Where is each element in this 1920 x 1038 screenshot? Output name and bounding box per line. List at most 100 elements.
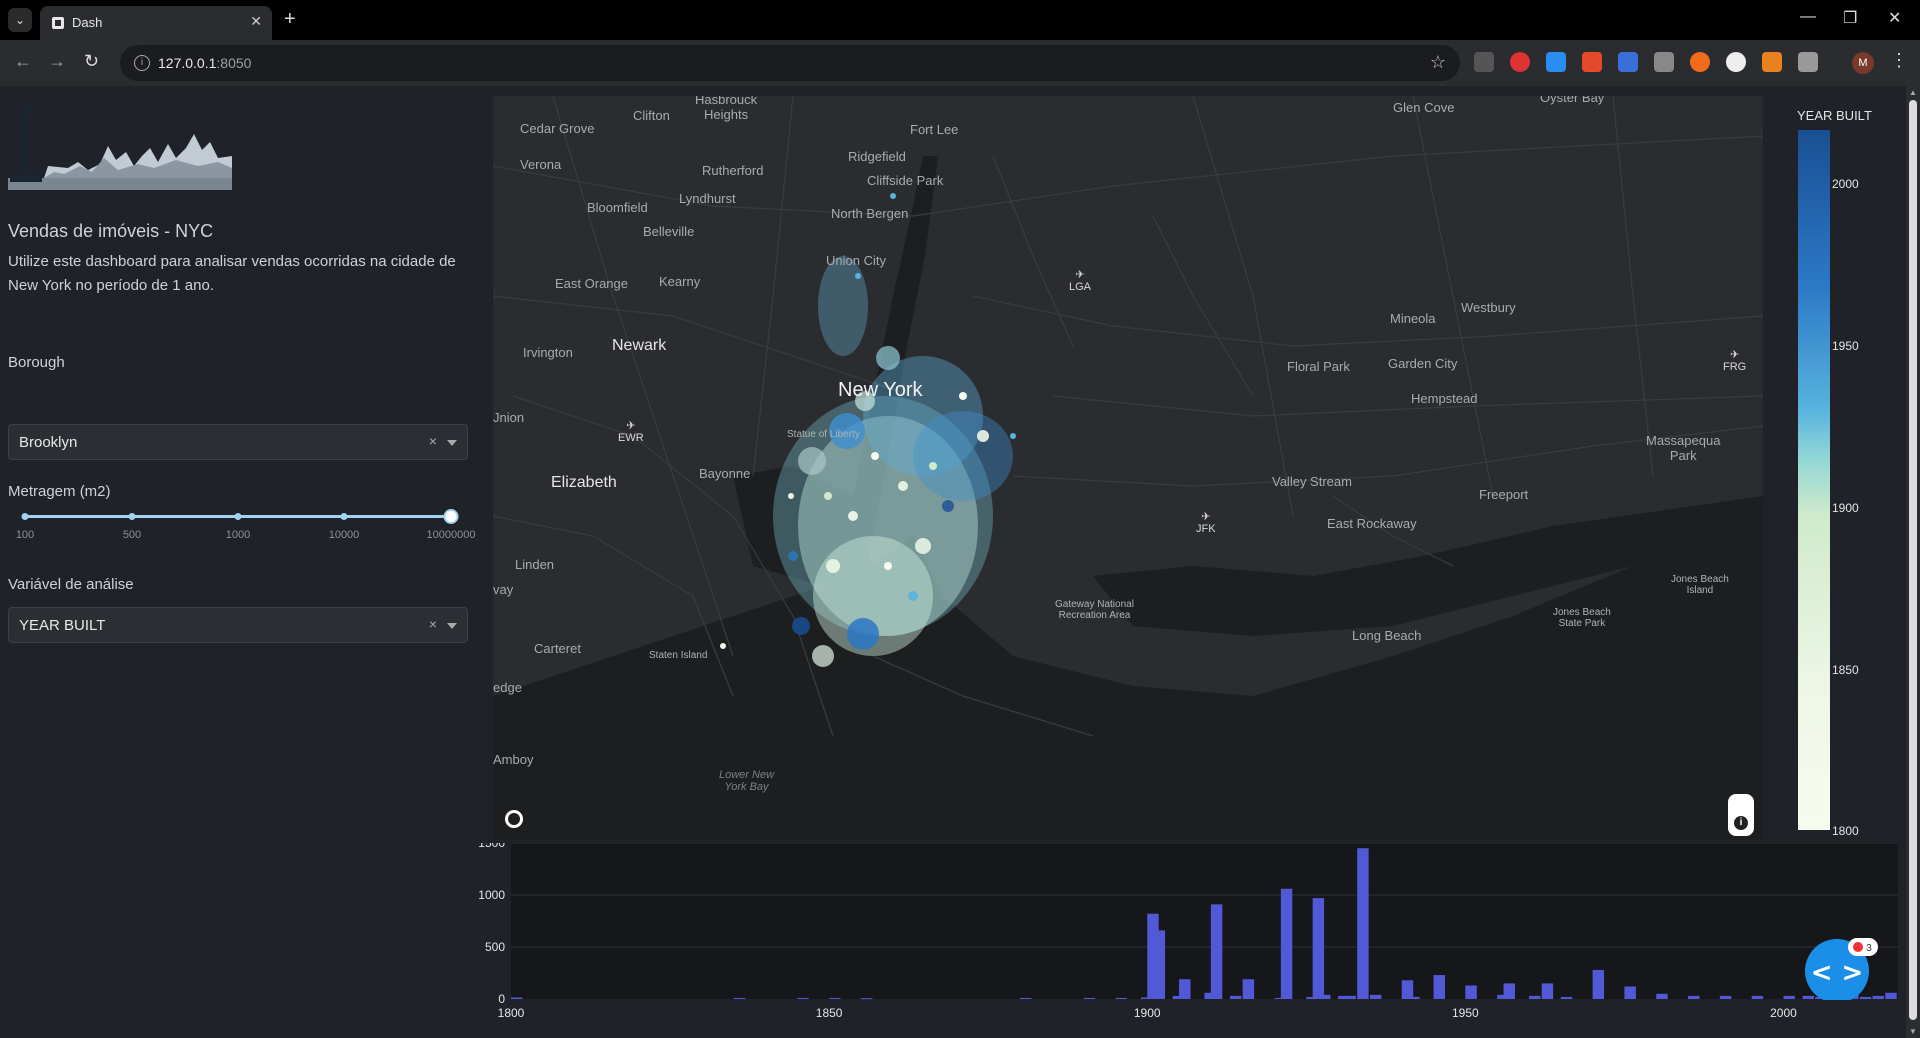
- histogram-bar[interactable]: [1503, 983, 1515, 999]
- histogram-bar[interactable]: [1656, 993, 1668, 999]
- browser-menu-icon[interactable]: ⋮: [1890, 50, 1908, 71]
- histogram-bar[interactable]: [1115, 997, 1127, 999]
- variavel-dropdown[interactable]: YEAR BUILT ×: [8, 607, 468, 643]
- histogram-bar[interactable]: [1592, 969, 1605, 999]
- borough-dropdown[interactable]: Brooklyn ×: [8, 424, 468, 460]
- colorbar: [1798, 130, 1830, 830]
- plot-area: [511, 843, 1898, 999]
- histogram-bar[interactable]: [1408, 996, 1420, 999]
- extension-fire-icon[interactable]: [1690, 52, 1710, 72]
- chevron-down-icon[interactable]: [447, 440, 457, 446]
- extensions-puzzle-icon[interactable]: [1798, 52, 1818, 72]
- histogram-bar[interactable]: [1344, 995, 1356, 999]
- extension-download-icon[interactable]: [1582, 52, 1602, 72]
- histogram-bar[interactable]: [1242, 979, 1255, 999]
- airport-marker: ✈ LGA: [1069, 268, 1091, 293]
- y-tick-label: 1000: [478, 888, 505, 902]
- variavel-label: Variável de análise: [8, 576, 134, 593]
- histogram-bar[interactable]: [1369, 994, 1382, 999]
- map-label: Freeport: [1479, 487, 1529, 502]
- histogram-bar[interactable]: [797, 997, 809, 999]
- map-label: Jones Beach State Park: [1553, 607, 1611, 629]
- colorbar-tick: 2000: [1832, 177, 1859, 191]
- slider-mark-dot[interactable]: [234, 513, 242, 520]
- bookmark-star-icon[interactable]: ☆: [1430, 52, 1446, 73]
- map-label: Cliffside Park: [867, 173, 944, 188]
- slider-mark-dot[interactable]: [21, 513, 29, 520]
- histogram-bar[interactable]: [1624, 986, 1636, 999]
- extension-translate-icon[interactable]: [1618, 52, 1638, 72]
- histogram-bar[interactable]: [829, 997, 841, 999]
- extension-record-icon[interactable]: [1510, 52, 1530, 72]
- scrollbar-thumb[interactable]: [1909, 100, 1917, 1020]
- map-label: Long Beach: [1352, 628, 1422, 643]
- dash-devtools-widget[interactable]: < > 3: [1804, 934, 1884, 1000]
- scroll-down-icon[interactable]: ▼: [1909, 1027, 1917, 1036]
- histogram-bar[interactable]: [1319, 994, 1331, 999]
- new-tab-icon[interactable]: +: [284, 8, 296, 31]
- histogram-bar[interactable]: [511, 997, 523, 999]
- forward-icon[interactable]: →: [48, 51, 66, 72]
- map-label: Linden: [515, 557, 555, 572]
- restore-icon[interactable]: ❐: [1843, 8, 1857, 28]
- histogram-bar[interactable]: [1083, 997, 1096, 999]
- histogram-bar[interactable]: [1783, 995, 1795, 999]
- map-attribution-button[interactable]: i: [1728, 794, 1754, 836]
- histogram-bar[interactable]: [1019, 997, 1032, 999]
- histogram-bar[interactable]: [733, 997, 746, 999]
- histogram-bar[interactable]: [1229, 995, 1242, 999]
- minimize-icon[interactable]: —: [1800, 8, 1816, 26]
- histogram-bar[interactable]: [1688, 995, 1700, 999]
- histogram-bar[interactable]: [860, 998, 873, 1000]
- slider-mark-dot[interactable]: [128, 513, 136, 520]
- extension-cloud-icon[interactable]: [1546, 52, 1566, 72]
- histogram-bar[interactable]: [1465, 985, 1477, 999]
- extension-shield-icon[interactable]: [1654, 52, 1674, 72]
- histogram-bar[interactable]: [1560, 996, 1573, 999]
- borough-clear-icon[interactable]: ×: [429, 433, 437, 449]
- histogram-bar[interactable]: [1153, 930, 1166, 999]
- extension-google-icon[interactable]: [1726, 52, 1746, 72]
- scroll-up-icon[interactable]: ▲: [1909, 88, 1917, 97]
- variavel-clear-icon[interactable]: ×: [429, 616, 437, 632]
- histogram-bar[interactable]: [1719, 995, 1732, 999]
- code-brackets-icon: < >: [1811, 958, 1864, 988]
- histogram-bar[interactable]: [1751, 995, 1764, 999]
- histogram-bar[interactable]: [1312, 898, 1325, 999]
- app-description: Utilize este dashboard para analisar ven…: [8, 253, 456, 294]
- map-base[interactable]: [493, 96, 1763, 840]
- metragem-slider[interactable]: 100 500 1000 10000 10000000: [0, 506, 480, 550]
- extension-fox-icon[interactable]: [1762, 52, 1782, 72]
- address-bar[interactable]: i 127.0.0.1:8050 ☆: [120, 45, 1460, 81]
- map-label: Mineola: [1390, 311, 1436, 326]
- histogram-bar[interactable]: [1179, 979, 1191, 999]
- profile-avatar[interactable]: M: [1852, 52, 1874, 74]
- tab-close-icon[interactable]: ✕: [250, 13, 262, 30]
- histogram-bar[interactable]: [1528, 995, 1541, 999]
- back-icon[interactable]: ←: [14, 51, 32, 72]
- scatter-map[interactable]: Hasbrouck Heights Clifton Cedar Grove Fo…: [493, 96, 1763, 840]
- info-icon[interactable]: i: [1734, 816, 1748, 830]
- tab-search-icon[interactable]: ⌄: [8, 8, 32, 32]
- browser-tab[interactable]: Dash ✕: [40, 6, 272, 40]
- x-tick-label: 2000: [1770, 1006, 1797, 1020]
- x-tick-label: 1800: [498, 1006, 525, 1020]
- extension-chat-icon[interactable]: [1474, 52, 1494, 72]
- histogram-bar[interactable]: [1433, 975, 1445, 999]
- window-close-icon[interactable]: ✕: [1888, 8, 1901, 28]
- histogram-bar[interactable]: [1401, 980, 1414, 999]
- chevron-down-icon[interactable]: [447, 623, 457, 629]
- year-built-histogram[interactable]: 0 500 1000 1500 1800 1850 1900 1950 2000: [473, 843, 1898, 1023]
- histogram-bar[interactable]: [1541, 983, 1554, 999]
- histogram-bar[interactable]: [1210, 904, 1223, 999]
- page-scrollbar[interactable]: ▲ ▼: [1906, 86, 1920, 1038]
- site-info-icon[interactable]: i: [134, 55, 150, 71]
- slider-mark-dot[interactable]: [340, 513, 348, 520]
- mapbox-logo-icon[interactable]: [505, 810, 523, 828]
- reload-icon[interactable]: ↻: [84, 51, 99, 72]
- histogram-bar[interactable]: [1280, 888, 1293, 999]
- slider-handle[interactable]: [443, 509, 459, 524]
- histogram-bar[interactable]: [1357, 848, 1369, 999]
- histogram-bar[interactable]: [1885, 992, 1897, 999]
- map-label: East Orange: [555, 276, 628, 291]
